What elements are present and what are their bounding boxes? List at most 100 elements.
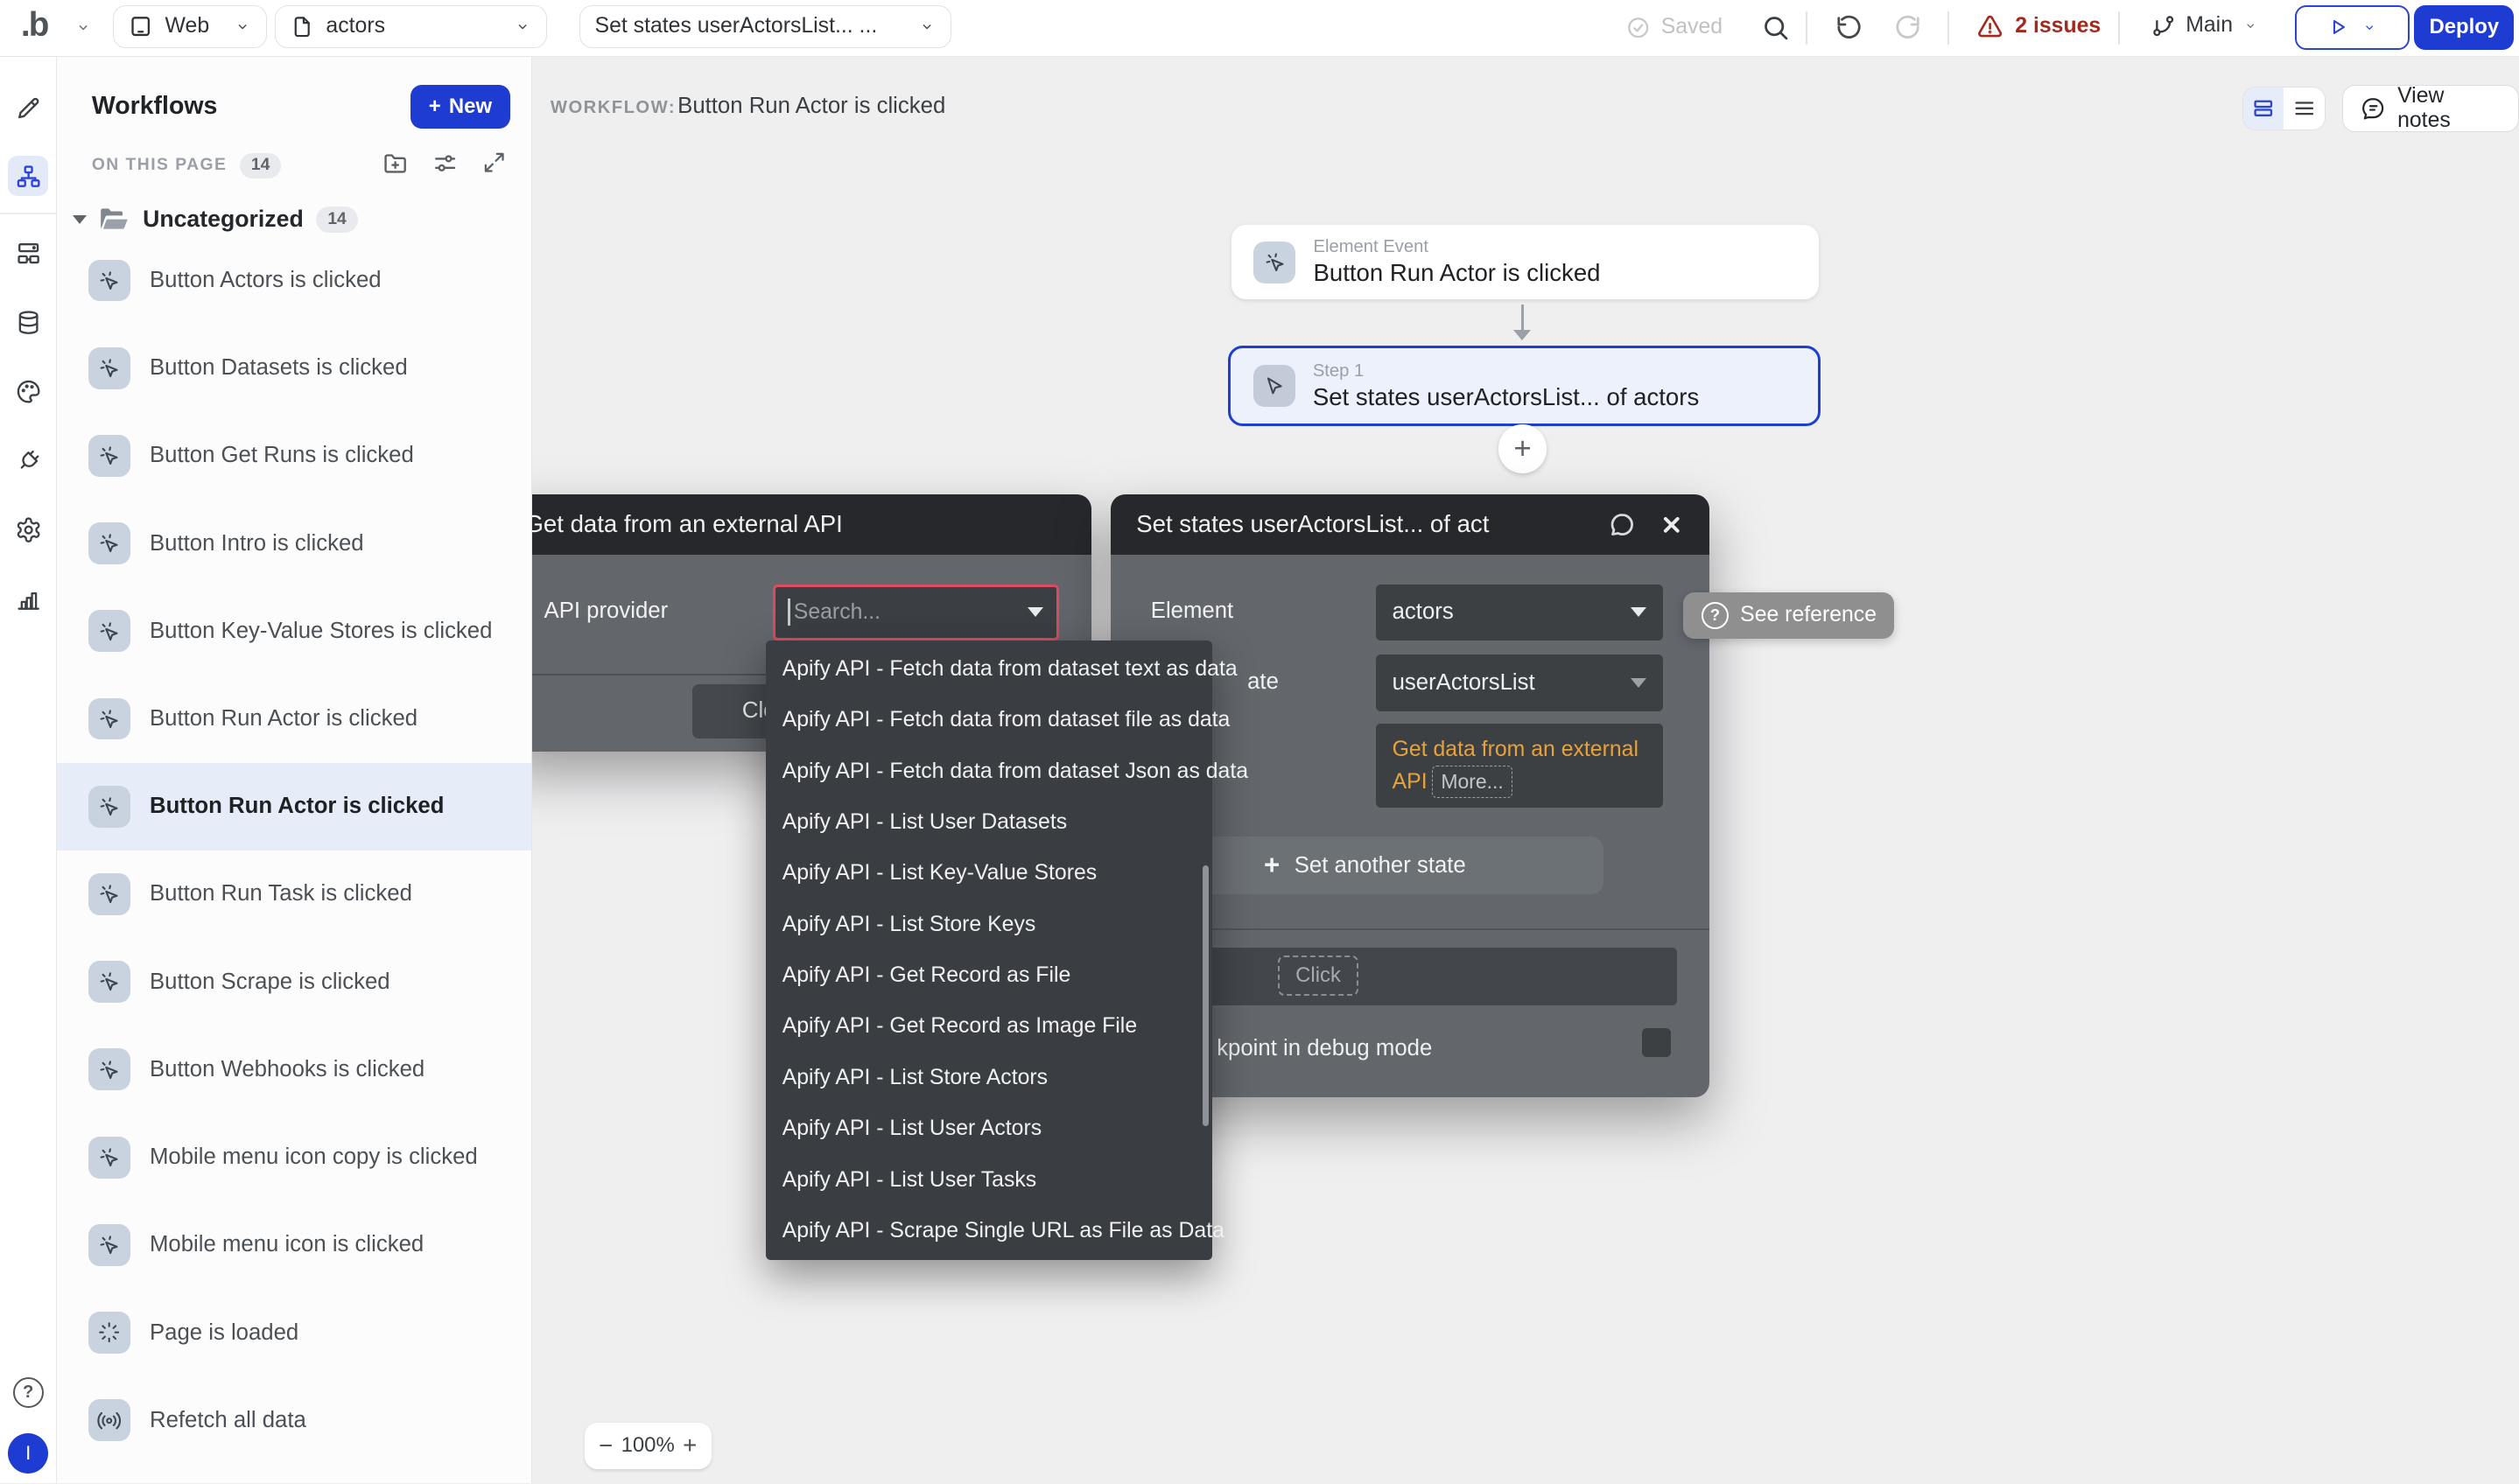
search-placeholder: Search... xyxy=(794,600,1028,625)
sitemap-icon[interactable] xyxy=(8,156,48,196)
workflow-list-item[interactable]: Page is loaded xyxy=(56,1289,530,1376)
workflow-select-value: Set states userActorsList... ... xyxy=(595,14,908,38)
workflow-item-icon xyxy=(88,347,130,389)
page-select[interactable]: actors xyxy=(275,5,547,49)
view-notes-button[interactable]: View notes xyxy=(2342,85,2519,131)
chart-icon[interactable] xyxy=(8,579,48,620)
dropdown-option[interactable]: Apify API - Get Record as Image File xyxy=(766,1001,1211,1052)
dropdown-option[interactable]: Apify API - Get Record as File xyxy=(766,950,1211,1001)
redo-icon[interactable] xyxy=(1893,13,1922,42)
workflow-list-item[interactable]: Button Run Task is clicked xyxy=(56,850,530,938)
folder-row-uncategorized[interactable]: Uncategorized 14 xyxy=(73,206,358,233)
dialog-header[interactable]: Get data from an external API xyxy=(499,494,1091,556)
step-number-label: Step 1 xyxy=(1313,361,1699,382)
list-view-button[interactable] xyxy=(2284,88,2325,130)
workflow-list-item[interactable]: Mobile menu icon copy is clicked xyxy=(56,1114,530,1201)
card-view-button[interactable] xyxy=(2243,88,2284,130)
comment-bubble-icon[interactable] xyxy=(1608,510,1637,539)
workflow-list-item[interactable]: Button Key-Value Stores is clicked xyxy=(56,587,530,675)
workflow-list-item[interactable]: Button Webhooks is clicked xyxy=(56,1026,530,1113)
logo-chevron-down-icon[interactable] xyxy=(74,21,92,34)
bubble-logo[interactable]: .b xyxy=(21,6,48,45)
dropdown-option[interactable]: Apify API - List User Datasets xyxy=(766,797,1211,848)
state-value-expression[interactable]: Get data from an external APIMore... xyxy=(1376,724,1662,808)
left-icon-rail: ? I xyxy=(0,56,57,1483)
dropdown-option[interactable]: Apify API - List Store Actors xyxy=(766,1053,1211,1103)
debug-mode-checkbox[interactable] xyxy=(1642,1028,1671,1057)
workflow-item-icon xyxy=(88,522,130,564)
dropdown-option[interactable]: Apify API - Fetch data from dataset file… xyxy=(766,695,1211,746)
text-caret xyxy=(788,598,790,626)
branch-select[interactable]: Main xyxy=(2151,13,2259,38)
more-button[interactable]: More... xyxy=(1432,766,1512,798)
debug-mode-label-partial: kpoint in debug mode xyxy=(1217,1036,1432,1061)
deploy-button[interactable]: Deploy xyxy=(2414,5,2514,50)
workflow-item-label: Button Intro is clicked xyxy=(150,531,364,556)
folder-plus-icon[interactable] xyxy=(382,150,409,177)
help-icon[interactable]: ? xyxy=(8,1373,48,1413)
event-title: Button Run Actor is clicked xyxy=(1313,259,1600,287)
dropdown-option[interactable]: Apify API - List User Actors xyxy=(766,1103,1211,1154)
components-icon[interactable] xyxy=(8,234,48,274)
workflow-select[interactable]: Set states userActorsList... ... xyxy=(579,5,951,49)
workflow-item-icon xyxy=(88,1048,130,1090)
bubble-editor-app: .b Web actors Set states userActorsList.… xyxy=(0,0,2519,1483)
workflow-list-item[interactable]: Refetch all data xyxy=(56,1376,530,1464)
custom-state-select[interactable]: userActorsList xyxy=(1376,654,1662,710)
toolbar-divider xyxy=(1806,11,1807,46)
pencil-icon[interactable] xyxy=(8,88,48,129)
search-icon[interactable] xyxy=(1761,13,1790,42)
workflow-item-icon xyxy=(88,610,130,652)
filter-sliders-icon[interactable] xyxy=(432,150,459,177)
new-workflow-button[interactable]: + New xyxy=(410,85,510,129)
mode-select[interactable]: Web xyxy=(113,5,268,49)
view-mode-toggle xyxy=(2242,87,2326,130)
workflow-list: Button Actors is clicked Button Datasets… xyxy=(56,236,530,1464)
chevron-down-icon xyxy=(2361,22,2377,33)
workflow-list-item[interactable]: Button Scrape is clicked xyxy=(56,938,530,1026)
preview-button[interactable] xyxy=(2295,5,2410,50)
dropdown-option[interactable]: Apify API - Fetch data from dataset Json… xyxy=(766,746,1211,796)
click-placeholder[interactable]: Click xyxy=(1278,956,1358,996)
account-avatar[interactable]: I xyxy=(8,1433,48,1474)
palette-icon[interactable] xyxy=(8,372,48,412)
workflow-list-item[interactable]: Button Run Actor is clicked xyxy=(56,763,530,850)
dropdown-scrollbar[interactable] xyxy=(1203,865,1209,1126)
issues-indicator[interactable]: 2 issues xyxy=(1976,13,2101,40)
expand-icon[interactable] xyxy=(481,150,507,175)
workflow-list-item[interactable]: Button Intro is clicked xyxy=(56,500,530,587)
api-provider-label: API provider xyxy=(544,598,669,624)
dropdown-arrow-icon xyxy=(1028,607,1043,617)
dropdown-option[interactable]: Apify API - List Store Keys xyxy=(766,900,1211,950)
workflow-list-item[interactable]: Button Datasets is clicked xyxy=(56,325,530,412)
add-step-button[interactable]: + xyxy=(1498,424,1547,472)
workflow-list-item[interactable]: Button Get Runs is clicked xyxy=(56,412,530,500)
event-card[interactable]: Element Event Button Run Actor is clicke… xyxy=(1231,225,1819,299)
dropdown-option[interactable]: Apify API - Scrape Single URL as File as… xyxy=(766,1206,1211,1256)
zoom-in-button[interactable]: + xyxy=(683,1432,697,1460)
dialog-header[interactable]: Set states userActorsList... of act xyxy=(1111,494,1709,556)
undo-icon[interactable] xyxy=(1835,13,1863,42)
api-provider-search-input[interactable]: Search... xyxy=(773,584,1059,640)
element-label: Element xyxy=(1151,598,1233,624)
cursor-click-icon xyxy=(1253,242,1295,284)
see-reference-button[interactable]: ? See reference xyxy=(1683,592,1894,639)
dropdown-option[interactable]: Apify API - Fetch data from dataset text… xyxy=(766,644,1211,695)
gear-icon[interactable] xyxy=(8,510,48,550)
workflow-list-item[interactable]: Button Run Actor is clicked xyxy=(56,675,530,762)
element-select[interactable]: actors xyxy=(1376,584,1662,640)
dropdown-option[interactable]: Apify API - List Key-Value Stores xyxy=(766,848,1211,899)
workflow-list-item[interactable]: Mobile menu icon is clicked xyxy=(56,1201,530,1289)
workflow-item-icon xyxy=(88,435,130,477)
database-icon[interactable] xyxy=(8,303,48,343)
step-card-selected[interactable]: Step 1 Set states userActorsList... of a… xyxy=(1228,346,1821,426)
workflow-list-item[interactable]: Button Actors is clicked xyxy=(56,236,530,324)
dropdown-option[interactable]: Apify API - List User Tasks xyxy=(766,1154,1211,1205)
workflow-item-icon xyxy=(88,786,130,828)
caret-down-icon[interactable] xyxy=(73,215,87,224)
plug-icon[interactable] xyxy=(8,441,48,481)
warning-triangle-icon xyxy=(1976,13,2003,40)
toolbar-divider xyxy=(2118,11,2120,46)
close-icon[interactable] xyxy=(1659,513,1684,537)
zoom-out-button[interactable]: − xyxy=(599,1432,613,1460)
